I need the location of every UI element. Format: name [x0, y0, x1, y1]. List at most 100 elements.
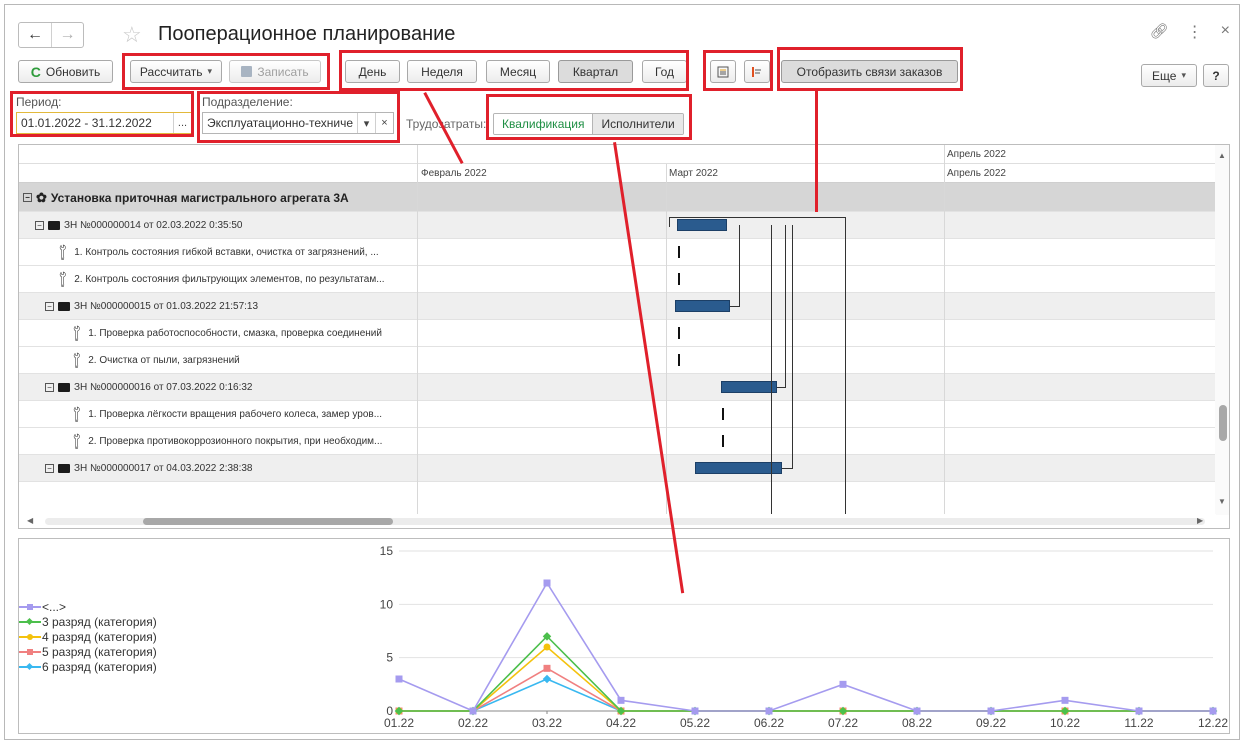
gantt-tick[interactable]	[722, 408, 724, 420]
clear-icon[interactable]: ×	[375, 113, 393, 133]
refresh-button[interactable]: C Обновить	[18, 60, 113, 83]
list-view-button[interactable]	[710, 60, 736, 83]
scroll-left-icon[interactable]: ◀	[27, 516, 33, 525]
month-label: Месяц	[499, 64, 537, 79]
folder-icon	[48, 220, 60, 230]
gantt-row-operation[interactable]: 🔧︎ 2. Контроль состояния фильтрующих элем…	[19, 266, 1216, 293]
label-column-divider	[417, 145, 418, 515]
wrench-icon: 🔧︎	[69, 349, 87, 371]
favorite-star-icon[interactable]: ☆	[122, 22, 142, 48]
y-tick-label: 5	[386, 651, 393, 665]
tab-performers[interactable]: Исполнители	[593, 114, 683, 134]
folder-icon	[58, 382, 70, 392]
help-button[interactable]: ?	[1203, 64, 1229, 87]
row-label: ЗН №000000017 от 04.03.2022 2:38:38	[74, 462, 253, 474]
wrench-icon: 🔧︎	[69, 322, 87, 344]
gantt-view-button[interactable]	[744, 60, 770, 83]
gantt-tick[interactable]	[678, 273, 680, 285]
data-point	[395, 675, 403, 683]
order-link	[669, 217, 845, 218]
data-point	[839, 680, 847, 688]
week-label: Неделя	[421, 64, 463, 79]
show-links-label: Отобразить связи заказов	[796, 64, 943, 79]
gantt-bar[interactable]	[695, 462, 782, 474]
collapse-icon[interactable]: −	[45, 463, 54, 473]
gantt-tick[interactable]	[678, 327, 680, 339]
collapse-icon[interactable]: −	[35, 220, 44, 230]
gantt-tick[interactable]	[722, 435, 724, 447]
show-order-links-button[interactable]: Отобразить связи заказов	[781, 60, 958, 83]
gantt-row-operation[interactable]: 🔧︎ 1. Проверка работоспособности, смазка,…	[19, 320, 1216, 347]
refresh-icon: C	[30, 63, 41, 80]
close-icon[interactable]: ×	[1221, 22, 1230, 42]
gantt-row-operation[interactable]: 🔧︎ 1. Проверка лёгкости вращения рабочего…	[19, 401, 1216, 428]
collapse-icon[interactable]: −	[45, 382, 54, 392]
chevron-down-icon[interactable]: ▾	[357, 113, 375, 133]
gantt-bar[interactable]	[675, 300, 730, 312]
data-point	[617, 696, 625, 704]
day-button[interactable]: День	[345, 60, 400, 83]
wrench-icon: 🔧︎	[69, 403, 87, 425]
quarter-label: Квартал	[572, 64, 619, 79]
gantt-row-order[interactable]: − ЗН №000000016 от 07.03.2022 0:16:32	[19, 374, 1216, 401]
year-button[interactable]: Год	[642, 60, 687, 83]
collapse-icon[interactable]: −	[23, 193, 32, 202]
gantt-row-operation[interactable]: 🔧︎ 2. Очистка от пыли, загрязнений	[19, 347, 1216, 374]
vertical-scroll-thumb[interactable]	[1219, 405, 1227, 441]
header-mar: Март 2022	[669, 168, 718, 179]
week-button[interactable]: Неделя	[407, 60, 477, 83]
data-point	[1209, 707, 1217, 715]
row-label: ЗН №000000016 от 07.03.2022 0:16:32	[74, 381, 253, 393]
forward-button[interactable]: →	[51, 23, 83, 47]
gantt-row-operation[interactable]: 🔧︎ 2. Проверка противокоррозионного покры…	[19, 428, 1216, 455]
order-link	[771, 225, 772, 515]
data-point	[543, 579, 551, 587]
scroll-up-icon[interactable]: ▲	[1218, 151, 1226, 160]
help-label: ?	[1212, 68, 1220, 83]
period-field[interactable]: 01.01.2022 - 31.12.2022 ...	[16, 112, 192, 134]
more-icon[interactable]: ⋮	[1187, 22, 1203, 42]
day-label: День	[358, 64, 387, 79]
order-link	[785, 225, 786, 388]
y-tick-label: 15	[380, 544, 394, 558]
line-chart: 05101501.22 02.22 03.22 04.22 05.22 06.22 07.2…	[380, 544, 1229, 730]
division-field[interactable]: Эксплуатационно-техниче ▾ ×	[202, 112, 394, 134]
vertical-scrollbar[interactable]: ▲ ▼	[1215, 145, 1229, 515]
back-button[interactable]: ←	[19, 23, 51, 47]
year-label: Год	[654, 64, 675, 79]
horizontal-scroll-thumb[interactable]	[143, 518, 393, 525]
link-icon[interactable]: 🔗︎	[1150, 22, 1169, 42]
collapse-icon[interactable]: −	[45, 301, 54, 311]
gantt-row-asset[interactable]: − ✿ Установка приточная магистрального а…	[19, 183, 1216, 212]
gantt-row-order[interactable]: − ЗН №000000015 от 01.03.2022 21:57:13	[19, 293, 1216, 320]
more-button[interactable]: Еще ▾	[1141, 64, 1197, 87]
scroll-right-icon[interactable]: ▶	[1197, 516, 1203, 525]
x-tick-label: 02.22	[458, 716, 488, 730]
month-button[interactable]: Месяц	[486, 60, 550, 83]
quarter-button[interactable]: Квартал	[558, 60, 633, 83]
series-line	[399, 635, 1213, 712]
scroll-down-icon[interactable]: ▼	[1218, 497, 1226, 506]
gantt-row-order[interactable]: − ЗН №000000014 от 02.03.2022 0:35:50	[19, 212, 1216, 239]
gantt-tick[interactable]	[678, 354, 680, 366]
gantt-view-icon	[752, 66, 761, 77]
gantt-bar[interactable]	[721, 381, 777, 393]
gantt-row-order[interactable]: − ЗН №000000017 от 04.03.2022 2:38:38	[19, 455, 1216, 482]
chevron-down-icon: ▾	[207, 66, 213, 76]
x-tick-label: 04.22	[606, 716, 636, 730]
row-label: 1. Проверка лёгкости вращения рабочего к…	[88, 408, 383, 420]
header-apr: Апрель 2022	[947, 168, 1006, 179]
gantt-row-operation[interactable]: 🔧︎ 1. Контроль состояния гибкой вставки, …	[19, 239, 1216, 266]
x-tick-label: 11.22	[1124, 716, 1153, 730]
gantt-header-top: Апрель 2022	[19, 145, 1216, 164]
data-point	[469, 707, 477, 715]
folder-icon	[58, 463, 70, 473]
tab-qualification[interactable]: Квалификация	[494, 114, 594, 134]
save-button[interactable]: Записать	[229, 60, 321, 83]
calculate-button[interactable]: Рассчитать ▾	[130, 60, 222, 83]
gantt-bar[interactable]	[677, 219, 727, 231]
period-select-button[interactable]: ...	[173, 113, 191, 133]
series-line	[399, 645, 1213, 712]
gantt-tick[interactable]	[678, 246, 680, 258]
horizontal-scrollbar[interactable]: ◀ ▶	[19, 514, 1216, 528]
